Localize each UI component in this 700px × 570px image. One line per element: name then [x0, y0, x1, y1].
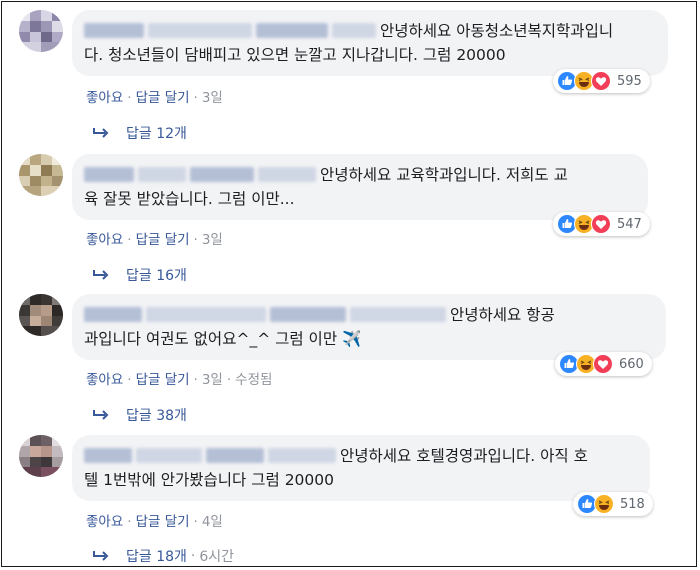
reply-button[interactable]: 답글 달기	[136, 514, 190, 530]
comment-thread: 안녕하세요 아동청소년복지학과입니 다. 청소년들이 담배피고 있으면 눈깔고 …	[1, 1, 697, 567]
reactions-summary[interactable]: 595	[553, 69, 650, 93]
comment-actions: 좋아요 · 답글 달기 · 3일	[86, 90, 223, 106]
reply-arrow-icon	[93, 551, 109, 561]
commenter-name[interactable]	[84, 447, 340, 465]
avatar[interactable]	[19, 435, 63, 477]
reactions-summary[interactable]: 660	[555, 352, 652, 376]
comment-text: 안녕하세요 호텔경영과입니다. 아직 호	[340, 447, 588, 465]
avatar[interactable]	[19, 294, 63, 336]
reply-button[interactable]: 답글 달기	[136, 372, 190, 388]
comment-text: 과입니다 여권도 없어요^_^ 그럼 이만 ✈️	[84, 330, 362, 348]
comment-text: 다. 청소년들이 담배피고 있으면 눈깔고 지나갑니다. 그럼 20000	[84, 46, 506, 64]
comment-text: 육 잘못 받았습니다. 그럼 이만...	[84, 190, 295, 208]
love-icon	[593, 354, 613, 374]
like-button[interactable]: 좋아요	[86, 90, 123, 106]
comment-bubble: 안녕하세요 항공 과입니다 여권도 없어요^_^ 그럼 이만 ✈️	[72, 294, 666, 360]
commenter-name[interactable]	[84, 306, 450, 324]
timestamp[interactable]: 4일	[202, 514, 223, 530]
view-replies-link[interactable]: 답글 38개	[92, 405, 187, 425]
reaction-count: 595	[617, 73, 642, 89]
reply-arrow-icon	[93, 270, 109, 280]
comment-text: 텔 1번밖에 안가봤습니다 그럼 20000	[84, 471, 334, 489]
view-replies-link[interactable]: 답글 16개	[92, 265, 187, 285]
reactions-summary[interactable]: 547	[553, 212, 650, 236]
timestamp[interactable]: 3일	[202, 372, 223, 388]
commenter-name[interactable]	[84, 166, 320, 184]
reply-arrow-icon	[93, 410, 109, 420]
view-replies-link[interactable]: 답글 12개	[92, 123, 187, 143]
haha-icon	[594, 494, 614, 514]
edited-label[interactable]: 수정됨	[235, 372, 272, 388]
like-button[interactable]: 좋아요	[86, 514, 123, 530]
comment-bubble: 안녕하세요 교육학과입니다. 저희도 교 육 잘못 받았습니다. 그럼 이만..…	[72, 154, 648, 220]
replies-count[interactable]: 답글 38개	[126, 405, 187, 425]
avatar[interactable]	[19, 10, 63, 52]
love-icon	[591, 71, 611, 91]
timestamp[interactable]: 3일	[202, 90, 223, 106]
comment-actions: 좋아요 · 답글 달기 · 4일	[86, 514, 223, 530]
replies-count[interactable]: 답글 18개	[126, 546, 187, 566]
comment-actions: 좋아요 · 답글 달기 · 3일 · 수정됨	[86, 372, 273, 388]
like-button[interactable]: 좋아요	[86, 372, 123, 388]
reply-button[interactable]: 답글 달기	[136, 90, 190, 106]
reaction-count: 518	[620, 496, 645, 512]
love-icon	[591, 214, 611, 234]
like-button[interactable]: 좋아요	[86, 232, 123, 248]
commenter-name[interactable]	[84, 22, 380, 40]
replies-timestamp[interactable]: 6시간	[199, 546, 234, 566]
reaction-count: 547	[617, 216, 642, 232]
comment-text: 안녕하세요 항공	[450, 306, 555, 324]
reactions-summary[interactable]: 518	[573, 492, 653, 516]
replies-count[interactable]: 답글 12개	[126, 123, 187, 143]
avatar[interactable]	[19, 154, 63, 196]
view-replies-link[interactable]: 답글 18개 · 6시간	[92, 546, 234, 566]
timestamp[interactable]: 3일	[202, 232, 223, 248]
comment-bubble: 안녕하세요 호텔경영과입니다. 아직 호 텔 1번밖에 안가봤습니다 그럼 20…	[72, 435, 650, 501]
comment-text: 안녕하세요 교육학과입니다. 저희도 교	[320, 166, 568, 184]
reply-arrow-icon	[93, 128, 109, 138]
comment-text: 안녕하세요 아동청소년복지학과입니	[380, 22, 614, 40]
comment-actions: 좋아요 · 답글 달기 · 3일	[86, 232, 223, 248]
replies-count[interactable]: 답글 16개	[126, 265, 187, 285]
reply-button[interactable]: 답글 달기	[136, 232, 190, 248]
comment-bubble: 안녕하세요 아동청소년복지학과입니 다. 청소년들이 담배피고 있으면 눈깔고 …	[72, 10, 668, 76]
reaction-count: 660	[619, 356, 644, 372]
